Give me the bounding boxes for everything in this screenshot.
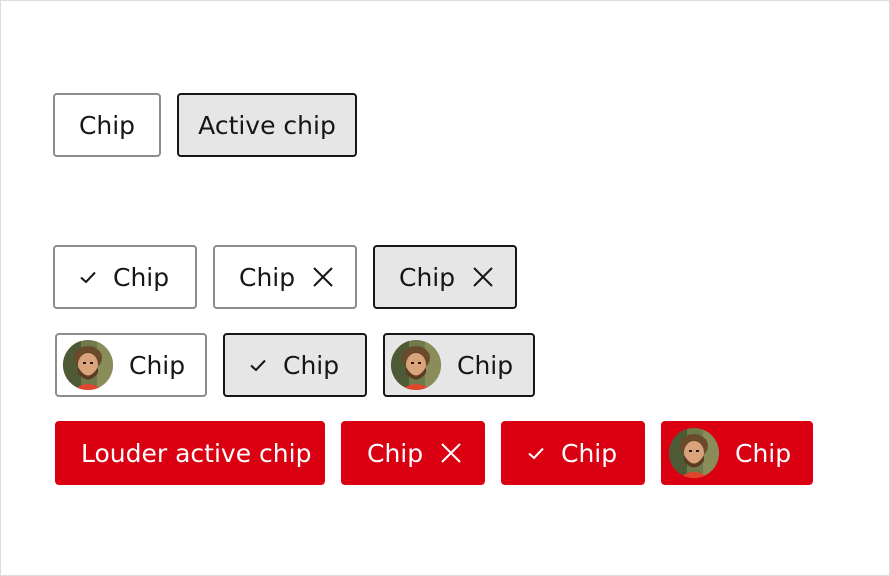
chip-row-avatar: Chip Chip Chip [55, 333, 535, 397]
checkmark-icon [79, 268, 97, 286]
louder-chip-with-checkmark[interactable]: Chip [501, 421, 645, 485]
chip-label: Chip [113, 262, 170, 292]
chip-row-louder: Louder active chip Chip Chip Chip [55, 421, 813, 485]
active-chip-with-avatar[interactable]: Chip [383, 333, 535, 397]
checkmark-icon [249, 356, 267, 374]
avatar [669, 428, 719, 478]
chip-label: Chip [239, 262, 296, 292]
avatar [63, 340, 113, 390]
chip-with-checkmark[interactable]: Chip [53, 245, 197, 309]
close-icon[interactable] [471, 265, 495, 289]
chip-row-icons: Chip Chip Chip [53, 245, 517, 309]
chip-label: Chip [78, 110, 136, 140]
chip-label: Chip [457, 350, 514, 380]
avatar [391, 340, 441, 390]
active-chip[interactable]: Active chip [177, 93, 357, 157]
chip-label: Active chip [198, 110, 336, 140]
chip[interactable]: Chip [53, 93, 161, 157]
chip-label: Louder active chip [81, 438, 312, 468]
louder-chip-with-avatar[interactable]: Chip [661, 421, 813, 485]
chip-showcase: Chip Active chip Chip Chip Chip Chip Chi… [0, 0, 890, 576]
close-icon[interactable] [439, 441, 463, 465]
chip-dismissible[interactable]: Chip [213, 245, 357, 309]
active-chip-with-checkmark[interactable]: Chip [223, 333, 367, 397]
close-icon[interactable] [311, 265, 335, 289]
louder-active-chip[interactable]: Louder active chip [55, 421, 325, 485]
chip-label: Chip [735, 438, 792, 468]
chip-row-basic: Chip Active chip [53, 93, 357, 157]
checkmark-icon [527, 444, 545, 462]
chip-label: Chip [367, 438, 424, 468]
chip-label: Chip [283, 350, 340, 380]
chip-with-avatar[interactable]: Chip [55, 333, 207, 397]
chip-label: Chip [399, 262, 456, 292]
louder-chip-dismissible[interactable]: Chip [341, 421, 485, 485]
chip-label: Chip [129, 350, 186, 380]
active-chip-dismissible[interactable]: Chip [373, 245, 517, 309]
chip-label: Chip [561, 438, 618, 468]
